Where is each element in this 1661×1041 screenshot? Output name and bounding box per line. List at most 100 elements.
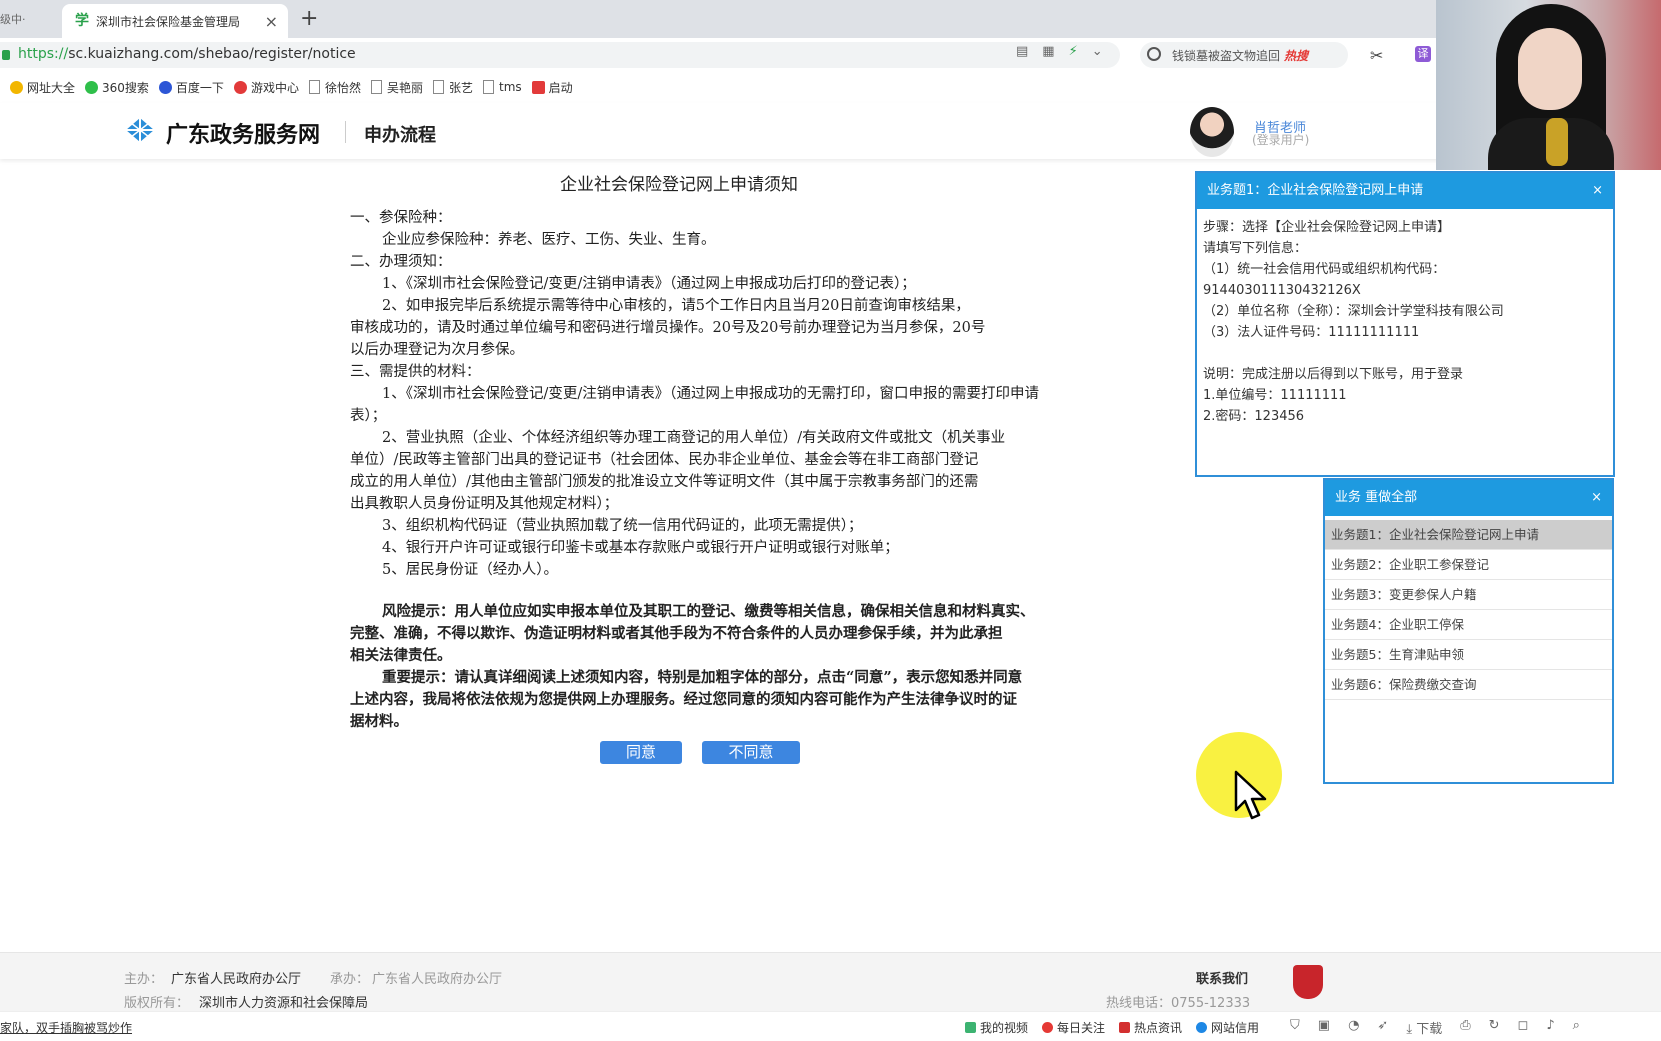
bookmark-item[interactable]: 360搜索	[85, 79, 149, 96]
nav-process-link[interactable]: 申办流程	[364, 121, 436, 147]
rocket-icon[interactable]: ➶	[1377, 1018, 1388, 1037]
status-item[interactable]: 热点资讯	[1119, 1019, 1182, 1036]
panel-header[interactable]: 业务题1：企业社会保险登记网上申请 ×	[1197, 173, 1613, 209]
360-icon	[85, 80, 99, 94]
secure-lock-icon	[2, 50, 10, 60]
notice-title: 企业社会保险登记网上申请须知	[560, 175, 798, 195]
footer-hotline: 热线电话：0755-12333	[1106, 996, 1251, 1011]
notice-line: 审核成功的，请及时通过单位编号和密码进行增员操作。20号及20号前办理登记为当月…	[350, 320, 986, 336]
instruction-line: 请填写下列信息：	[1203, 241, 1308, 256]
important-notice: 上述内容，我局将依法依规为您提供网上办理服务。经过您同意的须知内容可能作为产生法…	[350, 691, 1017, 708]
browser-tab-bar: 级中· 学 深圳市社会保险基金管理局 × +	[0, 0, 1661, 38]
bookmark-item[interactable]: 张艺	[432, 79, 473, 96]
refresh-icon[interactable]: ↻	[1489, 1018, 1500, 1037]
news-ticker[interactable]: 家队，双手插胸被骂炒作	[0, 1019, 132, 1036]
task-item[interactable]: 业务题6：保险费缴交查询	[1325, 670, 1612, 700]
mouse-pointer-icon	[1234, 770, 1267, 820]
search-suggestion[interactable]: 钱锁墓被盗文物追回 热搜	[1172, 47, 1308, 64]
disagree-button[interactable]: 不同意	[702, 741, 800, 764]
scissor-icon[interactable]: ✂	[1370, 46, 1383, 65]
translate-icon[interactable]: 译	[1415, 46, 1431, 62]
status-item[interactable]: 每日关注	[1042, 1019, 1105, 1036]
task-item[interactable]: 业务题3：变更参保人户籍	[1325, 580, 1612, 610]
bookmark-item[interactable]: tms	[483, 80, 522, 94]
browser-tab-previous[interactable]: 级中·	[0, 0, 58, 38]
footer-copyright-label: 版权所有：	[124, 996, 190, 1011]
printer-icon[interactable]: ⎙	[1460, 1018, 1470, 1037]
reader-mode-icon[interactable]: ▤	[1016, 44, 1028, 59]
url-field[interactable]: https://sc.kuaizhang.com/shebao/register…	[0, 42, 1120, 68]
bookmark-item[interactable]: 百度一下	[158, 79, 224, 96]
task-item[interactable]: 业务题5：生育津贴申领	[1325, 640, 1612, 670]
avatar[interactable]	[1190, 107, 1234, 157]
grid-icon[interactable]: ▦	[1042, 44, 1054, 59]
panel-header[interactable]: 业务 重做全部 ×	[1325, 480, 1612, 516]
zoom-icon[interactable]: ⌕	[1573, 1018, 1580, 1037]
tab-title: 深圳市社会保险基金管理局	[96, 14, 241, 29]
close-icon[interactable]: ×	[1592, 173, 1603, 209]
notice-line: 3、组织机构代码证（营业执照加载了统一信用代码证的，此项无需提供）；	[382, 518, 863, 534]
bookmark-item[interactable]: 网址大全	[10, 79, 75, 96]
notice-line: 4、银行开户许可证或银行印鉴卡或基本存款账户或银行开户证明或银行对账单；	[382, 540, 899, 556]
status-shortcuts: 我的视频 每日关注 热点资讯 网站信用	[965, 1019, 1259, 1036]
hot-search-badge: 热搜	[1284, 49, 1309, 63]
speed-icon[interactable]: ◔	[1348, 1018, 1359, 1037]
footer-organizer-label: 承办：	[330, 972, 370, 987]
tab-close-icon[interactable]: ×	[265, 12, 278, 31]
important-notice: 重要提示：请认真详细阅读上述须知内容，特别是加粗字体的部分，点击“同意”，表示您…	[382, 669, 1023, 686]
address-bar: https://sc.kuaizhang.com/shebao/register…	[0, 38, 1661, 73]
window-icon[interactable]: ◻	[1518, 1018, 1529, 1037]
instruction-line: 2.密码：123456	[1203, 409, 1305, 424]
notice-line: 成立的用人单位）/其他由主管部门颁发的批准设立文件等证明文件（其中属于宗教事务部…	[350, 474, 979, 490]
user-role: (登录用户)	[1252, 133, 1310, 147]
site-footer: 主办： 广东省人民政府办公厅 承办： 广东省人民政府办公厅 版权所有： 深圳市人…	[0, 952, 1661, 1011]
bookmark-item[interactable]: 游戏中心	[233, 79, 299, 96]
notice-line: 以后办理登记为次月参保。	[350, 342, 524, 358]
instruction-line: 步骤：选择【企业社会保险登记网上申请】	[1203, 220, 1451, 235]
bookmark-item[interactable]: 启动	[531, 79, 573, 96]
status-icons: ⛉ ▣ ◔ ➶ ⤓ 下载 ⎙ ↻ ◻ ♪ ⌕	[1290, 1018, 1580, 1037]
contact-us-link[interactable]: 联系我们	[1196, 968, 1248, 987]
task-item[interactable]: 业务题2：企业职工参保登记	[1325, 550, 1612, 580]
footer-organizer-value: 广东省人民政府办公厅	[372, 972, 503, 987]
lightning-icon[interactable]: ⚡	[1069, 44, 1078, 59]
close-icon[interactable]: ×	[1591, 480, 1602, 516]
panel-title: 业务 重做全部	[1335, 490, 1418, 505]
page-icon	[483, 80, 494, 94]
notice-line: 1、《深圳市社会保险登记/变更/注销申请表》（通过网上申报成功的无需打印，窗口申…	[382, 386, 1039, 402]
task-item[interactable]: 业务题1：企业社会保险登记网上申请	[1325, 520, 1612, 550]
chevron-down-icon[interactable]: ⌄	[1092, 44, 1103, 59]
task-list-panel: 业务 重做全部 × 业务题1：企业社会保险登记网上申请 业务题2：企业职工参保登…	[1323, 478, 1614, 784]
status-item[interactable]: 我的视频	[965, 1019, 1028, 1036]
download-button[interactable]: ⤓ 下载	[1406, 1018, 1442, 1037]
drop-icon	[1196, 1022, 1208, 1033]
site-logo-text[interactable]: 广东政务服务网	[166, 117, 320, 149]
notice-line: 5、居民身份证（经办人）。	[382, 562, 558, 578]
status-item[interactable]: 网站信用	[1196, 1019, 1259, 1036]
section-heading: 一、参保险种：	[350, 210, 452, 226]
video-icon	[531, 80, 545, 94]
agree-button[interactable]: 同意	[600, 741, 682, 764]
bookmark-item[interactable]: 吴艳丽	[370, 79, 423, 96]
image-icon[interactable]: ▣	[1318, 1018, 1330, 1037]
instruction-line: （2）单位名称（全称）：深圳会计学堂科技有限公司	[1203, 304, 1504, 319]
flame-icon	[1042, 1022, 1054, 1033]
news-icon	[1119, 1022, 1131, 1033]
shield-icon[interactable]: ⛉	[1290, 1018, 1300, 1037]
footer-copyright-value: 深圳市人力资源和社会保障局	[199, 996, 369, 1011]
search-icon	[1147, 47, 1161, 61]
page-icon	[308, 80, 320, 94]
new-tab-button[interactable]: +	[300, 6, 318, 31]
volume-icon[interactable]: ♪	[1546, 1018, 1554, 1037]
instruction-line: 1.单位编号：11111111	[1203, 388, 1347, 403]
risk-notice: 风险提示：用人单位应如实申报本单位及其职工的登记、缴费等相关信息，确保相关信息和…	[382, 603, 1035, 620]
instruction-line: 说明：完成注册以后得到以下账号，用于登录	[1203, 367, 1464, 382]
gov-emblem-icon[interactable]	[1293, 965, 1323, 999]
task-item[interactable]: 业务题4：企业职工停保	[1325, 610, 1612, 640]
notice-body: 一、参保险种： 企业应参保险种：养老、医疗、工伤、失业、生育。 二、办理须知： …	[350, 207, 1150, 733]
footer-host-value: 广东省人民政府办公厅	[171, 972, 302, 987]
bookmark-item[interactable]: 徐怡然	[308, 79, 361, 96]
browser-tab-active[interactable]: 学 深圳市社会保险基金管理局 ×	[62, 4, 288, 38]
risk-notice: 完整、准确，不得以欺诈、伪造证明材料或者其他手段为不符合条件的人员办理参保手续，…	[350, 625, 1003, 642]
